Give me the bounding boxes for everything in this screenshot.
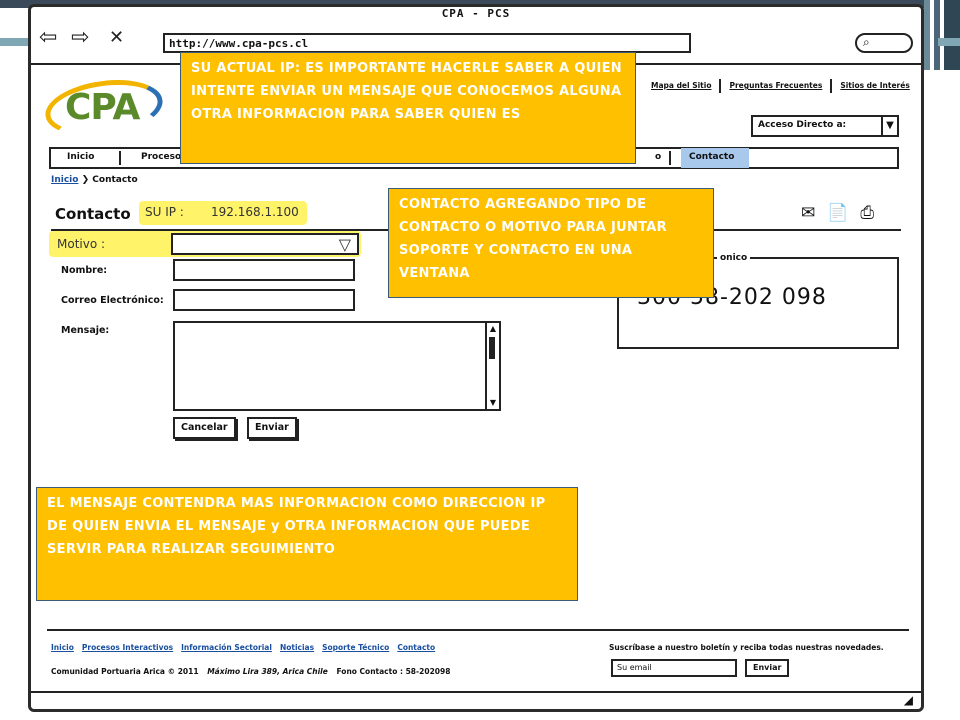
footer-community: Comunidad Portuaria Arica © 2011	[51, 667, 199, 676]
mail-icon[interactable]: ✉	[801, 203, 815, 223]
cancel-button[interactable]: Cancelar	[173, 417, 236, 439]
ip-value: 192.168.1.100	[211, 205, 299, 219]
ip-label: SU IP :	[145, 205, 184, 219]
footer-divider	[47, 629, 909, 631]
newsletter-send-button[interactable]: Enviar	[745, 659, 790, 677]
footer-link-procesos[interactable]: Procesos Interactivos	[82, 643, 173, 652]
newsletter-text: Suscríbase a nuestro boletín y reciba to…	[609, 643, 884, 652]
forward-icon[interactable]: ⇨	[71, 27, 89, 49]
annotation-contact-note: CONTACTO AGREGANDO TIPO DE CONTACTO O MO…	[388, 188, 714, 298]
footer-link-noticias[interactable]: Noticias	[280, 643, 314, 652]
divider	[719, 79, 722, 93]
menu-divider	[119, 151, 121, 165]
annotation-ip-note: SU ACTUAL IP: ES IMPORTANTE HACERLE SABE…	[180, 52, 636, 164]
top-links: Mapa del Sitio Preguntas Frecuentes Siti…	[651, 79, 910, 93]
scroll-thumb[interactable]	[489, 337, 495, 359]
message-textarea[interactable]: ▲ ▼	[173, 321, 501, 411]
motive-row: Motivo : ▽	[49, 231, 361, 257]
search-box[interactable]: ⌕	[855, 33, 913, 53]
scroll-down-icon[interactable]: ▼	[487, 397, 499, 409]
dropdown-arrow-icon: ▽	[338, 235, 351, 254]
email-input[interactable]	[173, 289, 355, 311]
footer-link-contacto[interactable]: Contacto	[397, 643, 435, 652]
footer-info: Comunidad Portuaria Arica © 2011 Máximo …	[51, 667, 450, 676]
footer-links: Inicio Procesos Interactivos Información…	[51, 643, 435, 652]
status-bar: ◢	[31, 691, 921, 709]
divider	[830, 79, 833, 93]
resize-icon[interactable]: ◢	[904, 693, 913, 707]
dropdown-arrow-icon: ▼	[881, 117, 897, 135]
breadcrumb-home[interactable]: Inicio	[51, 175, 78, 185]
motive-label: Motivo :	[57, 237, 106, 251]
breadcrumb-arrow-icon: ❯	[81, 175, 90, 185]
close-icon[interactable]: ✕	[109, 27, 124, 49]
motive-select[interactable]: ▽	[171, 233, 359, 255]
back-icon[interactable]: ⇦	[39, 27, 57, 49]
window-title: CPA - PCS	[441, 7, 511, 20]
page-title: Contacto	[55, 205, 131, 223]
footer-link-soporte[interactable]: Soporte Técnico	[322, 643, 389, 652]
page-actions: ✉ 📄 ⎙	[801, 203, 874, 223]
menu-item-procesos[interactable]: Proceso	[141, 152, 181, 162]
footer-address: Máximo Lira 389, Arica Chile	[207, 667, 328, 676]
phone-legend: onico	[717, 253, 751, 263]
cpa-logo[interactable]: CPA	[41, 73, 167, 143]
footer-link-inicio[interactable]: Inicio	[51, 643, 74, 652]
logo-text: CPA	[65, 87, 140, 128]
send-button[interactable]: Enviar	[247, 417, 297, 439]
menu-divider	[669, 151, 671, 165]
url-bar[interactable]: http://www.cpa-pcs.cl	[163, 33, 691, 53]
slide-stripe-decoration	[924, 0, 960, 70]
link-faq[interactable]: Preguntas Frecuentes	[729, 81, 822, 93]
print-icon[interactable]: ⎙	[860, 203, 874, 223]
breadcrumb-current: Contacto	[92, 175, 138, 185]
slide-accent-right	[938, 38, 960, 46]
pdf-icon[interactable]: 📄	[827, 203, 848, 223]
link-site-map[interactable]: Mapa del Sitio	[651, 81, 711, 93]
quick-access-label: Acceso Directo a:	[758, 120, 847, 130]
link-interest-sites[interactable]: Sitios de Interés	[840, 81, 909, 93]
footer-phone: Fono Contacto : 58-202098	[336, 667, 451, 676]
footer-link-informacion[interactable]: Información Sectorial	[181, 643, 272, 652]
newsletter-email-input[interactable]: Su email	[611, 659, 737, 677]
menu-item-inicio[interactable]: Inicio	[67, 152, 94, 162]
scrollbar[interactable]: ▲ ▼	[485, 323, 499, 409]
search-icon: ⌕	[863, 35, 870, 49]
name-label: Nombre:	[61, 265, 108, 276]
menu-item-contacto[interactable]: Contacto	[681, 148, 749, 168]
name-input[interactable]	[173, 259, 355, 281]
ip-field: SU IP : 192.168.1.100	[139, 201, 307, 225]
quick-access-select[interactable]: Acceso Directo a: ▼	[751, 115, 899, 137]
menu-item-partial[interactable]: o	[655, 152, 661, 162]
breadcrumb: Inicio ❯ Contacto	[51, 175, 138, 185]
annotation-message-note: EL MENSAJE CONTENDRA MAS INFORMACION COM…	[36, 487, 578, 601]
scroll-up-icon[interactable]: ▲	[487, 323, 499, 335]
email-label: Correo Electrónico:	[61, 295, 164, 306]
message-label: Mensaje:	[61, 325, 110, 336]
